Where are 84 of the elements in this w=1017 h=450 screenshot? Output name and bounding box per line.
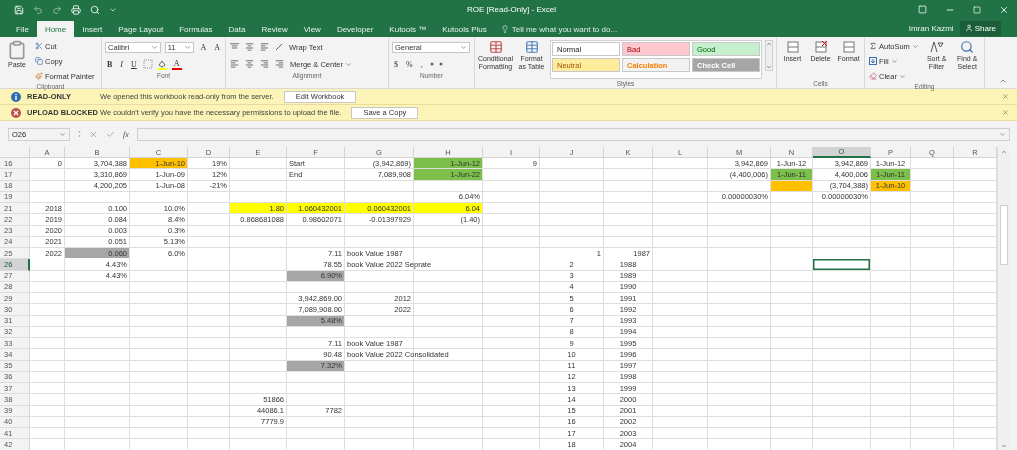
font-color-button[interactable]: A [171,58,182,70]
ribbon-tab[interactable]: Kutools ™ [381,21,435,37]
ribbon-tab[interactable]: View [295,21,329,37]
grid-icon [841,40,856,54]
collapse-ribbon-icon[interactable] [999,77,1007,85]
close-icon[interactable] [1002,109,1009,116]
maximize-icon[interactable] [973,5,981,14]
caret-icon[interactable] [344,60,352,68]
up-caret-icon [766,41,772,47]
down-caret-icon [766,64,772,70]
eraser-icon [869,72,877,80]
grid-icon [785,40,800,54]
close-icon[interactable] [1002,93,1009,100]
ribbon-tab[interactable]: Home [36,21,75,37]
ribbon-tab[interactable]: Page Layout [110,21,172,37]
ribbon-tab[interactable]: Developer [328,21,382,37]
ribbon-tab[interactable]: Kutools Plus [434,21,495,37]
ribbon-tab[interactable]: File [8,21,37,37]
window-title: ROE [Read-Only] - Excel [467,5,556,14]
enter-icon[interactable] [106,129,115,139]
top-align-icon[interactable] [229,42,240,52]
table-icon [488,40,503,54]
paintbrush-icon [35,72,43,80]
scissors-icon [35,42,43,50]
formula-field[interactable] [136,127,1010,141]
expand-caret-icon [999,130,1006,138]
clipboard-icon [7,40,27,60]
fill-color-icon[interactable] [156,58,168,70]
grip-icon [78,130,81,138]
ribbon-display-icon[interactable] [918,5,927,14]
orientation-icon[interactable] [274,42,284,52]
highlighted-cell[interactable] [771,180,812,191]
close-icon[interactable] [999,4,1009,15]
gallery-scroll[interactable] [765,40,773,71]
align-center-icon[interactable] [244,59,255,69]
ribbon-tab[interactable]: Insert [74,21,111,37]
person-icon [964,24,973,32]
shrink-font-button[interactable]: A [212,41,222,53]
preview-icon[interactable] [90,4,100,15]
down-arrow-icon [869,57,877,65]
down-caret-icon [1001,443,1007,449]
grid-delete-icon [813,40,828,54]
selected-cell[interactable] [813,259,870,270]
align-right-icon[interactable] [259,59,270,69]
ribbon-tab[interactable]: Review [253,21,296,37]
sigma-icon [869,42,877,50]
ribbon-tab[interactable]: Formulas [171,21,221,37]
user-name[interactable]: Imran Kazmi [908,23,954,33]
select-all-corner[interactable] [0,147,30,158]
copy-icon [35,57,43,65]
bottom-align-icon[interactable] [259,42,270,52]
caret-icon[interactable] [184,43,192,51]
align-left-icon[interactable] [229,59,240,69]
tell-me-field[interactable]: Tell me what you want to do... [494,21,624,37]
caret-icon[interactable] [150,43,158,51]
save-icon[interactable] [14,4,24,15]
caret-icon[interactable] [460,43,467,51]
border-icon[interactable] [142,59,153,69]
grow-font-button[interactable]: A [198,41,209,53]
middle-align-icon[interactable] [244,42,255,52]
error-icon [11,107,21,118]
undo-icon[interactable] [33,4,43,15]
share-button[interactable]: Share [959,20,1001,36]
bold-button[interactable]: B [105,58,115,70]
printer-icon[interactable] [71,4,81,15]
percent-button[interactable]: % [404,58,415,70]
currency-button[interactable]: $ [392,58,400,70]
indent-icon[interactable] [274,59,285,69]
lightbulb-icon [500,25,509,33]
redo-icon[interactable] [52,4,62,15]
scroll-thumb[interactable] [1000,205,1008,265]
italic-button[interactable]: I [118,58,125,70]
sort-icon [929,40,944,54]
caret-icon[interactable] [59,130,66,138]
cancel-icon[interactable] [89,129,98,139]
search-icon [960,40,975,54]
comma-button[interactable]: , [418,58,425,70]
caret-icon[interactable] [911,42,919,50]
up-caret-icon [1001,149,1007,155]
ribbon-tab[interactable]: Data [220,21,254,37]
info-icon [11,91,21,102]
underline-button[interactable]: U [129,58,139,70]
insert-function-button[interactable]: fx [123,129,129,139]
table-icon [524,40,539,54]
